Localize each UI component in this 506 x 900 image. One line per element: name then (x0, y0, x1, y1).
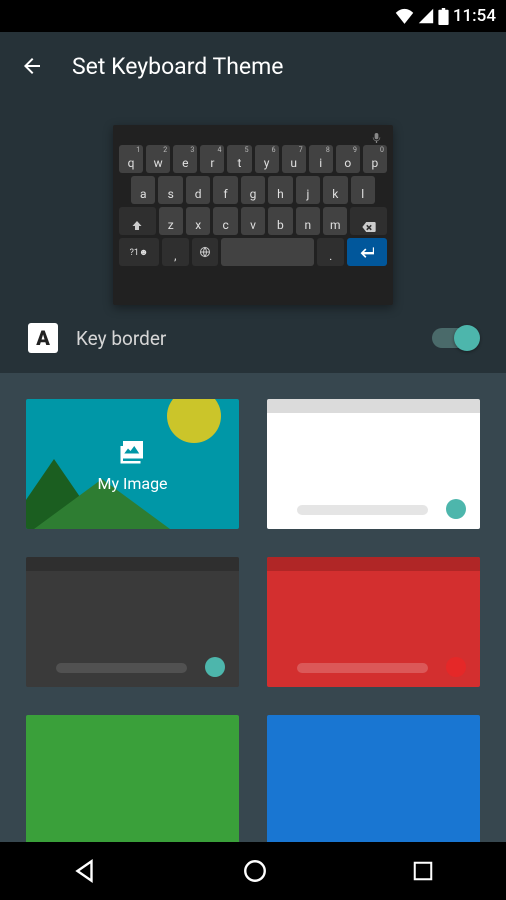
key-u: 7u (282, 145, 306, 173)
key-m: m (323, 207, 347, 235)
key-period: . (317, 238, 344, 266)
key-border-toggle-row: A Key border (0, 305, 506, 353)
key-backspace (350, 207, 387, 235)
theme-light[interactable] (267, 399, 480, 529)
key-space (221, 238, 314, 266)
nav-bar (0, 842, 506, 900)
key-h: h (268, 176, 292, 204)
image-stack-icon (118, 436, 148, 466)
theme-my-image[interactable]: My Image (26, 399, 239, 529)
nav-recent-icon[interactable] (412, 860, 434, 882)
key-i: 8i (309, 145, 333, 173)
key-border-label: Key border (76, 327, 414, 350)
page-title: Set Keyboard Theme (72, 53, 283, 80)
themes-grid[interactable]: My Image (0, 373, 506, 847)
key-z: z (159, 207, 183, 235)
nav-home-icon[interactable] (242, 858, 268, 884)
key-b: b (268, 207, 292, 235)
key-k: k (323, 176, 347, 204)
theme-dark[interactable] (26, 557, 239, 687)
key-q: 1q (119, 145, 143, 173)
key-r: 4r (200, 145, 224, 173)
key-symbols: ?1☻ (119, 238, 159, 266)
key-o: 9o (336, 145, 360, 173)
theme-my-image-label: My Image (97, 474, 167, 493)
keyboard-preview: 1q2w3e4r5t6y7u8i9o0p asdfghjkl zxcvbnm ?… (113, 125, 393, 305)
back-icon[interactable] (20, 54, 44, 78)
keyboard-row-4: ?1☻,. (119, 238, 387, 266)
theme-green[interactable] (26, 715, 239, 845)
key-y: 6y (255, 145, 279, 173)
status-bar: 11:54 (0, 0, 506, 32)
keyboard-row-1: 1q2w3e4r5t6y7u8i9o0p (119, 145, 387, 173)
key-enter (347, 238, 387, 266)
key-g: g (241, 176, 265, 204)
key-c: c (213, 207, 237, 235)
key-x: x (186, 207, 210, 235)
key-n: n (296, 207, 320, 235)
key-shift (119, 207, 156, 235)
key-s: s (158, 176, 182, 204)
key-w: 2w (146, 145, 170, 173)
key-j: j (296, 176, 320, 204)
key-d: d (186, 176, 210, 204)
clock: 11:54 (453, 6, 496, 26)
app-bar: Set Keyboard Theme (0, 32, 506, 100)
key-comma: , (162, 238, 189, 266)
key-l: l (351, 176, 375, 204)
key-globe (192, 238, 219, 266)
key-e: 3e (173, 145, 197, 173)
key-t: 5t (227, 145, 251, 173)
key-border-icon: A (28, 323, 58, 353)
mic-icon (372, 133, 381, 143)
key-f: f (213, 176, 237, 204)
keyboard-row-2: asdfghjkl (119, 176, 387, 204)
theme-blue[interactable] (267, 715, 480, 845)
key-v: v (241, 207, 265, 235)
cell-signal-icon (418, 8, 434, 24)
wifi-icon (395, 8, 414, 24)
preview-section: 1q2w3e4r5t6y7u8i9o0p asdfghjkl zxcvbnm ?… (0, 100, 506, 373)
key-border-switch[interactable] (432, 328, 478, 348)
key-a: a (131, 176, 155, 204)
battery-icon (438, 8, 449, 25)
key-p: 0p (363, 145, 387, 173)
nav-back-icon[interactable] (72, 858, 98, 884)
keyboard-row-3: zxcvbnm (119, 207, 387, 235)
theme-red[interactable] (267, 557, 480, 687)
